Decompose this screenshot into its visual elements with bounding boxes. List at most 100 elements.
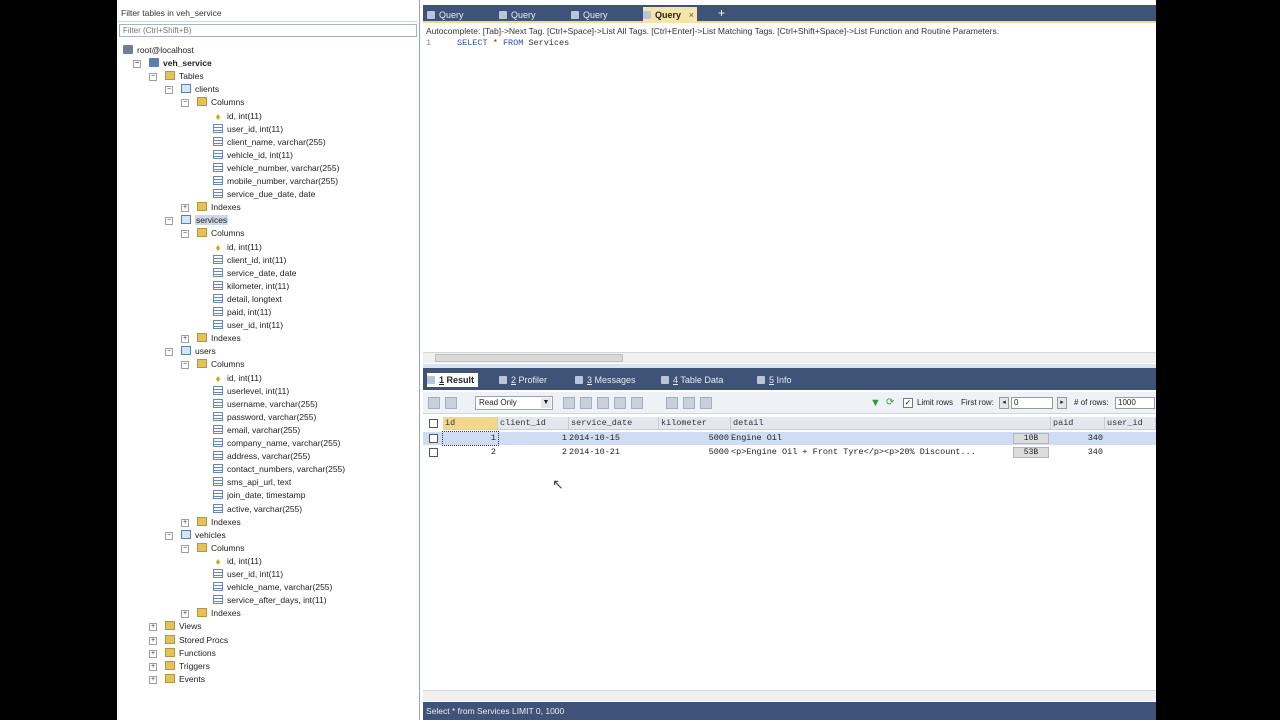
expand-toggle-icon[interactable]: + (149, 636, 157, 645)
expand-toggle-icon[interactable]: − (149, 73, 157, 82)
tree-node[interactable]: + Functions (149, 647, 216, 660)
tree-node[interactable]: − Tables (149, 70, 204, 83)
expand-toggle-icon[interactable]: − (165, 531, 173, 540)
row-checkbox[interactable] (429, 448, 438, 457)
tree-node[interactable]: − vehicles (165, 529, 226, 542)
tree-node[interactable]: service_after_days, int(11) (213, 594, 327, 607)
cell-service-date[interactable]: 2014-10-21 (569, 446, 659, 459)
expand-toggle-icon[interactable]: − (165, 217, 173, 226)
cell-user-id[interactable] (1105, 432, 1156, 445)
column-header[interactable]: kilometer (659, 417, 731, 430)
result-tab-result[interactable]: 1 Result (427, 373, 479, 387)
tree-node[interactable]: − Columns (181, 542, 245, 555)
expand-toggle-icon[interactable]: + (149, 623, 157, 632)
expand-toggle-icon[interactable]: + (181, 518, 189, 527)
expand-toggle-icon[interactable]: + (181, 610, 189, 619)
grid-view-icon[interactable] (666, 397, 678, 409)
tree-node[interactable]: + Indexes (181, 607, 241, 620)
add-tab-button[interactable]: + (718, 6, 725, 21)
tree-node[interactable]: − services (165, 214, 229, 227)
cell-client-id[interactable]: 1 (498, 432, 569, 445)
cell-detail[interactable]: <p>Engine Oil + Front Tyre</p><p>20% Dis… (731, 446, 1011, 459)
cell-id[interactable]: 1 (442, 431, 499, 446)
tree-node[interactable]: userlevel, int(11) (213, 385, 289, 398)
cell-paid[interactable]: 340 (1051, 432, 1105, 445)
column-header[interactable]: client_id (498, 417, 569, 430)
expand-toggle-icon[interactable]: + (149, 675, 157, 684)
tree-node[interactable]: contact_numbers, varchar(255) (213, 463, 345, 476)
tree-node[interactable]: paid, int(11) (213, 306, 271, 319)
result-grid[interactable]: id client_id service_date kilometer detail pa… (423, 415, 1156, 690)
table-row[interactable]: 2 2 2014-10-21 5000 <p>Engine Oil + Front Ty… (423, 446, 1156, 459)
tree-node[interactable]: ♦ id, int(11) (213, 110, 261, 123)
tree-node[interactable]: − veh_service (133, 57, 212, 70)
tree-node[interactable]: client_id, int(11) (213, 254, 286, 267)
tree-node[interactable]: active, varchar(255) (213, 503, 302, 516)
first-row-input[interactable]: 0 (1011, 397, 1053, 409)
form-view-icon[interactable] (683, 397, 695, 409)
refresh-icon[interactable]: ⟳ (886, 397, 894, 408)
export-icon[interactable] (428, 397, 440, 409)
column-header[interactable]: detail (731, 417, 1051, 430)
result-tab-table-data[interactable]: 4 Table Data (661, 373, 723, 387)
tree-node[interactable]: mobile_number, varchar(255) (213, 175, 338, 188)
column-header[interactable]: id (443, 417, 498, 430)
grid-horizontal-scrollbar[interactable] (423, 690, 1156, 701)
limit-rows-checkbox[interactable]: ✓ (903, 398, 913, 408)
tree-node[interactable]: − Columns (181, 358, 245, 371)
row-checkbox[interactable] (429, 434, 438, 443)
expand-toggle-icon[interactable]: − (133, 60, 141, 69)
tree-node[interactable]: + Indexes (181, 516, 241, 529)
cell-kilometer[interactable]: 5000 (659, 446, 731, 459)
expand-toggle-icon[interactable]: − (181, 361, 189, 370)
copy-icon[interactable] (563, 397, 575, 409)
cell-user-id[interactable] (1105, 446, 1156, 459)
scrollbar-thumb[interactable] (435, 354, 623, 362)
expand-toggle-icon[interactable]: − (165, 86, 173, 95)
column-header[interactable]: user_id (1105, 417, 1156, 430)
column-header[interactable]: paid (1051, 417, 1105, 430)
tree-node[interactable]: kilometer, int(11) (213, 280, 289, 293)
cell-service-date[interactable]: 2014-10-15 (569, 432, 659, 445)
tree-node[interactable]: + Stored Procs (149, 634, 228, 647)
tree-node[interactable]: + Views (149, 620, 202, 633)
expand-toggle-icon[interactable]: − (181, 99, 189, 108)
save-icon[interactable] (597, 397, 609, 409)
expand-toggle-icon[interactable]: + (149, 662, 157, 671)
tab-query[interactable]: Query (427, 7, 464, 23)
tree-node[interactable]: company_name, varchar(255) (213, 437, 340, 450)
grid-mode-icon[interactable] (445, 397, 457, 409)
tree-node[interactable]: service_due_date, date (213, 188, 315, 201)
tree-node[interactable]: username, varchar(255) (213, 398, 318, 411)
tree-node[interactable]: vehicle_number, varchar(255) (213, 162, 339, 175)
tab-query[interactable]: Query (499, 7, 536, 23)
cancel-icon[interactable] (631, 397, 643, 409)
tree-node[interactable]: root@localhost (123, 44, 194, 57)
sql-editor[interactable]: 1 SELECT * FROM Services (423, 38, 1156, 352)
cell-client-id[interactable]: 2 (498, 446, 569, 459)
tree-node[interactable]: ♦ id, int(11) (213, 241, 261, 254)
expand-toggle-icon[interactable]: − (165, 348, 173, 357)
expand-toggle-icon[interactable]: − (181, 230, 189, 239)
select-all-checkbox[interactable] (429, 419, 438, 428)
cell-detail[interactable]: Engine Oil (731, 432, 1011, 445)
tree-node[interactable]: + Triggers (149, 660, 210, 673)
tree-node[interactable]: + Indexes (181, 332, 241, 345)
tree-node[interactable]: email, varchar(255) (213, 424, 300, 437)
tree-node[interactable]: password, varchar(255) (213, 411, 316, 424)
cell-kilometer[interactable]: 5000 (659, 432, 731, 445)
filter-icon[interactable]: ▼ (870, 397, 881, 409)
sql-code[interactable]: SELECT * FROM Services (457, 38, 569, 48)
cell-paid[interactable]: 340 (1051, 446, 1105, 459)
result-tab-profiler[interactable]: 2 Profiler (499, 373, 547, 387)
close-icon[interactable]: × (689, 7, 694, 23)
previous-page-button[interactable]: ◂ (999, 397, 1009, 409)
tree-node[interactable]: client_name, varchar(255) (213, 136, 326, 149)
tree-node[interactable]: + Indexes (181, 201, 241, 214)
tree-node[interactable]: user_id, int(11) (213, 123, 283, 136)
table-row[interactable]: 1 1 2014-10-15 5000 Engine Oil 340 10B (423, 431, 1156, 446)
next-page-button[interactable]: ▸ (1057, 397, 1067, 409)
tree-node[interactable]: vehicle_id, int(11) (213, 149, 293, 162)
blob-size-button[interactable]: 10B (1013, 433, 1049, 444)
tree-node[interactable]: ♦ id, int(11) (213, 555, 261, 568)
